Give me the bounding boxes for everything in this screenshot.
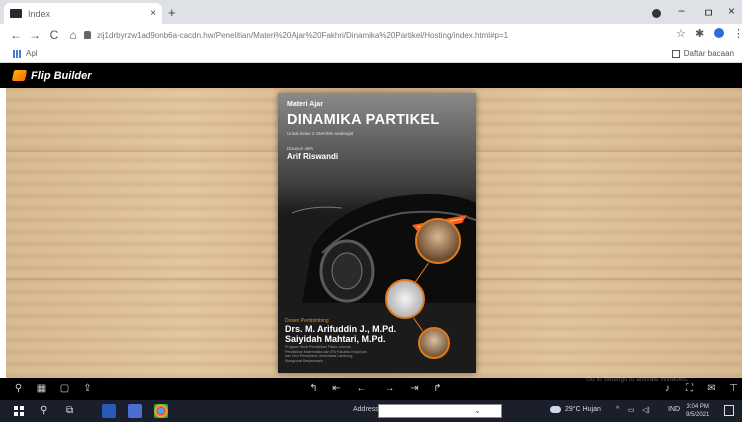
prev-section-icon[interactable]: ⇤ <box>331 383 342 394</box>
input-language[interactable]: IND <box>668 406 680 413</box>
forward-button[interactable]: → <box>27 28 43 42</box>
flip-builder-logo-icon <box>13 69 27 82</box>
cloud-icon <box>550 406 561 413</box>
first-page-icon[interactable]: ↰ <box>308 383 319 394</box>
notification-icon[interactable] <box>724 405 734 416</box>
zoom-icon[interactable]: ⚲ <box>13 383 24 394</box>
last-page-icon[interactable]: ↱ <box>432 383 443 394</box>
home-button[interactable]: ⌂ <box>65 28 81 42</box>
word-app-icon[interactable] <box>102 404 116 418</box>
next-page-icon[interactable]: → <box>384 383 395 394</box>
cover-fine-print: Program Studi Pendidikan Fisika Jurusan … <box>285 345 367 363</box>
network-icon[interactable]: ▭ <box>628 406 635 414</box>
task-view-icon[interactable]: ⧉ <box>66 405 73 417</box>
windows-taskbar: ⚲ ⧉ Address ⌄ 29°C Hujan ^ ▭ ◁) IND 3:04… <box>0 400 742 422</box>
prev-page-icon[interactable]: ← <box>356 383 367 394</box>
bookmark-icon[interactable]: ▢ <box>59 383 70 394</box>
volume-icon[interactable]: ◁) <box>642 406 650 414</box>
reading-list-label: Daftar bacaan <box>683 49 734 58</box>
bookmarks-bar: Apl Daftar bacaan <box>0 46 742 63</box>
address-bar[interactable]: zij1drbyrzw1ad9onb6a-cacdn.hw/Penelitian… <box>84 27 658 43</box>
cover-label: Materi Ajar <box>287 101 323 108</box>
extension-icon[interactable]: ✱ <box>695 27 704 40</box>
favicon-icon <box>10 9 22 18</box>
tray-chevron-icon[interactable]: ^ <box>616 406 619 413</box>
url-text[interactable]: zij1drbyrzw1ad9onb6a-cacdn.hw/Penelitian… <box>97 31 508 40</box>
address-toolbar-label: Address <box>353 406 379 413</box>
email-icon[interactable]: ✉ <box>706 383 717 394</box>
system-clock[interactable]: 3:04 PM 9/5/2021 <box>686 403 709 419</box>
windows-activation-watermark: Go to Settings to activate Windows. <box>586 376 689 383</box>
clock-date: 9/5/2021 <box>686 412 710 418</box>
teacher-name-2: Saiyidah Mahtari, M.Pd. <box>285 334 386 344</box>
more-icon[interactable]: ⊤ <box>728 383 739 394</box>
back-button[interactable]: ← <box>8 28 24 42</box>
browser-toolbar: ← → C ⌂ zij1drbyrzw1ad9onb6a-cacdn.hw/Pe… <box>0 24 742 46</box>
apps-grid-icon <box>13 49 22 58</box>
tab-strip: Index × + − ㅁ × <box>0 0 742 24</box>
next-section-icon[interactable]: ⇥ <box>409 383 420 394</box>
minimize-button[interactable]: − <box>678 4 685 18</box>
reload-button[interactable]: C <box>46 28 62 42</box>
browser-tab[interactable]: Index × <box>4 3 162 24</box>
profile-icon[interactable] <box>652 9 661 18</box>
dropdown-chevron-icon[interactable]: ⌄ <box>474 406 481 415</box>
book-cover[interactable]: Materi Ajar DINAMIKA PARTIKEL Untuk kela… <box>278 93 476 373</box>
connector-line <box>413 317 423 332</box>
cover-title: DINAMIKA PARTIKEL <box>287 112 440 128</box>
app-icon[interactable] <box>128 404 142 418</box>
share-icon[interactable]: ⇪ <box>82 383 93 394</box>
thumbnails-icon[interactable]: ▦ <box>36 383 47 394</box>
new-tab-button[interactable]: + <box>168 5 176 20</box>
scientist-portrait <box>418 327 450 359</box>
cover-author: Arif Riswandi <box>287 152 339 161</box>
experiment-image <box>385 279 425 319</box>
reading-list-icon <box>671 49 680 58</box>
star-icon[interactable]: ☆ <box>676 27 686 40</box>
cover-by-label: Disusun oleh <box>287 146 314 151</box>
search-icon[interactable]: ⚲ <box>40 405 47 417</box>
weather-widget[interactable]: 29°C Hujan <box>550 406 601 413</box>
flipbook-header: Flip Builder <box>0 63 742 88</box>
flip-builder-brand: Flip Builder <box>31 69 92 82</box>
reading-list[interactable]: Daftar bacaan <box>671 49 734 58</box>
lock-icon <box>84 31 91 39</box>
close-window-button[interactable]: × <box>728 4 735 18</box>
cover-subtitle: Untuk kelas X SMA/MA sederajat <box>287 131 354 136</box>
tab-title: Index <box>28 8 51 19</box>
chrome-app-icon[interactable] <box>154 404 168 418</box>
windows-start-icon[interactable] <box>14 406 24 416</box>
teacher-name-1: Drs. M. Arifuddin J., M.Pd. <box>285 324 397 334</box>
account-icon[interactable] <box>714 28 724 38</box>
taskbar-address-input[interactable]: ⌄ <box>378 404 502 418</box>
maximize-button[interactable]: ㅁ <box>703 4 714 21</box>
apps-label: Apl <box>26 49 38 58</box>
clock-time: 3:04 PM <box>686 404 709 410</box>
menu-icon[interactable]: ⋮ <box>733 27 742 40</box>
bookmark-apps[interactable]: Apl <box>13 49 38 58</box>
newton-portrait <box>415 218 461 264</box>
tab-close-icon[interactable]: × <box>150 8 156 19</box>
sound-icon[interactable]: ♪ <box>662 383 673 394</box>
fullscreen-icon[interactable]: ⛶ <box>684 383 695 394</box>
weather-text: 29°C Hujan <box>565 406 601 413</box>
